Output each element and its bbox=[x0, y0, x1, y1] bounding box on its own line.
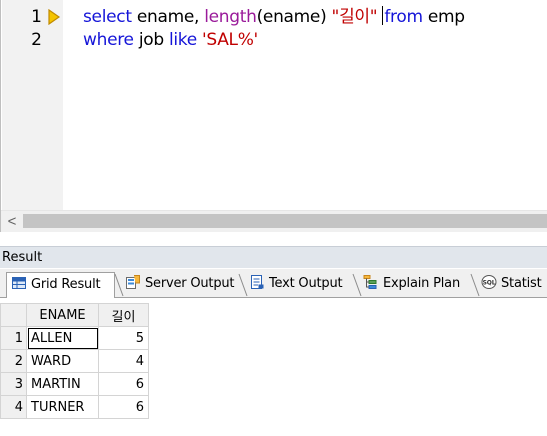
table-row[interactable]: 3 MARTIN 6 bbox=[0, 372, 149, 396]
keyword-like: like bbox=[168, 30, 197, 50]
grid-cell-ename[interactable]: WARD bbox=[26, 349, 99, 373]
tab-label: Explain Plan bbox=[383, 276, 460, 291]
panel-splitter[interactable] bbox=[0, 232, 547, 244]
keyword-where: where bbox=[83, 30, 134, 50]
grid-cell-ename[interactable]: MARTIN bbox=[26, 372, 99, 396]
line-number: 1 bbox=[31, 7, 42, 27]
string-alias: "길이" bbox=[331, 7, 378, 27]
text-output-icon bbox=[251, 275, 264, 289]
tab-label: Grid Result bbox=[31, 277, 101, 292]
table-row[interactable]: 4 TURNER 6 bbox=[0, 395, 149, 419]
explain-plan-icon bbox=[363, 275, 377, 289]
table-row[interactable]: 1 ALLEN 5 bbox=[0, 326, 149, 350]
tab-statistics[interactable]: SQL Statist bbox=[477, 272, 542, 298]
grid-cell-ename[interactable]: ALLEN bbox=[26, 326, 99, 350]
keyword-select: select bbox=[83, 7, 132, 27]
result-panel-title: Result bbox=[2, 250, 43, 265]
grid-cell-length[interactable]: 5 bbox=[98, 326, 149, 350]
server-output-icon bbox=[126, 275, 140, 289]
line-number-gutter: 1 2 bbox=[2, 0, 63, 210]
code-text: job bbox=[133, 30, 169, 50]
grid-cell-length[interactable]: 4 bbox=[98, 349, 149, 373]
result-grid-area[interactable]: ENAME 길이 1 ALLEN 5 2 WARD 4 3 MARTIN 6 4 bbox=[0, 298, 547, 436]
tab-grid-result[interactable]: Grid Result bbox=[6, 272, 115, 299]
row-number[interactable]: 2 bbox=[0, 349, 27, 373]
keyword-from: from bbox=[384, 7, 423, 27]
result-grid[interactable]: ENAME 길이 1 ALLEN 5 2 WARD 4 3 MARTIN 6 4 bbox=[0, 303, 149, 419]
tab-server-output[interactable]: Server Output bbox=[121, 272, 235, 298]
code-line-1[interactable]: select ename, length(ename) "길이" from em… bbox=[83, 6, 547, 29]
line-number: 2 bbox=[31, 30, 42, 50]
column-header-length[interactable]: 길이 bbox=[98, 303, 149, 327]
sql-editor[interactable]: 1 2 select ename, length(ename) "길이" fro… bbox=[0, 0, 547, 232]
grid-cell-ename[interactable]: TURNER bbox=[26, 395, 99, 419]
grid-corner-cell[interactable] bbox=[0, 303, 27, 327]
tab-explain-plan[interactable]: Explain Plan bbox=[359, 272, 460, 298]
result-tab-bar: Grid Result Server Output Text Output Ex… bbox=[0, 269, 547, 299]
svg-text:SQL: SQL bbox=[483, 280, 496, 287]
function-length: length bbox=[204, 7, 257, 27]
scrollbar-thumb[interactable] bbox=[23, 214, 547, 228]
horizontal-scrollbar[interactable]: < bbox=[1, 210, 547, 232]
grid-cell-length[interactable]: 6 bbox=[98, 372, 149, 396]
scroll-left-arrow-icon[interactable]: < bbox=[5, 211, 19, 232]
string-pattern: 'SAL%' bbox=[202, 30, 258, 50]
tab-text-output[interactable]: Text Output bbox=[245, 272, 343, 298]
row-number[interactable]: 3 bbox=[0, 372, 27, 396]
tab-label: Text Output bbox=[269, 276, 343, 291]
tab-label: Server Output bbox=[145, 276, 235, 291]
code-area[interactable]: select ename, length(ename) "길이" from em… bbox=[83, 6, 547, 52]
grid-icon bbox=[12, 277, 26, 289]
execution-arrow-icon bbox=[48, 9, 61, 25]
row-number[interactable]: 4 bbox=[0, 395, 27, 419]
code-line-2[interactable]: where job like 'SAL%' bbox=[83, 29, 547, 52]
tab-label: Statist bbox=[501, 276, 542, 291]
column-header-ename[interactable]: ENAME bbox=[26, 303, 99, 327]
code-text: (ename) bbox=[256, 7, 332, 27]
sql-statistics-icon: SQL bbox=[481, 275, 497, 289]
code-text: emp bbox=[422, 7, 465, 27]
grid-cell-length[interactable]: 6 bbox=[98, 395, 149, 419]
row-number[interactable]: 1 bbox=[0, 326, 27, 350]
code-text: ename, bbox=[131, 7, 205, 27]
result-panel-header: Result bbox=[0, 246, 547, 268]
grid-header-row: ENAME 길이 bbox=[0, 303, 149, 327]
table-row[interactable]: 2 WARD 4 bbox=[0, 349, 149, 373]
